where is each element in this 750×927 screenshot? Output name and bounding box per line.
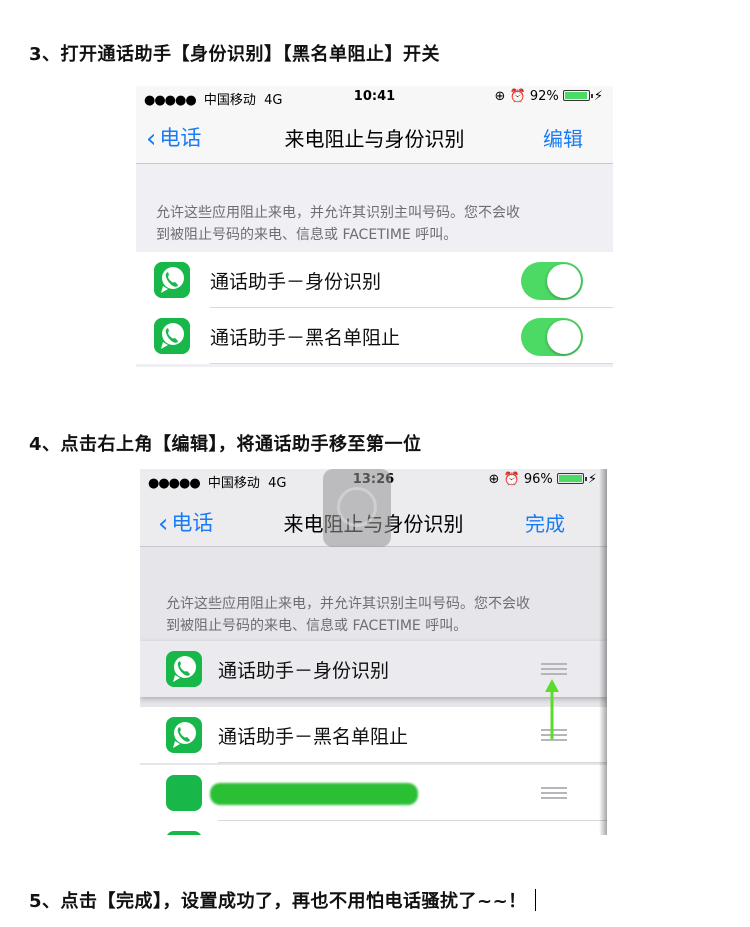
step-5-instruction: 5、点击【完成】，设置成功了，再也不用怕电话骚扰了~~！: [29, 887, 536, 913]
rotation-lock-icon: ⊕: [488, 472, 500, 487]
section-description: 允许这些应用阻止来电，并允许其识别主叫号码。您不会收 到被阻止号码的来电、信息或 …: [166, 596, 530, 634]
list-item-blacklist[interactable]: 通话助手－黑名单阻止: [140, 707, 607, 763]
assistive-touch-button[interactable]: [323, 469, 391, 547]
done-button[interactable]: 完成: [525, 508, 565, 537]
reorder-grip-icon[interactable]: [541, 787, 567, 799]
alarm-icon: ⏰: [509, 89, 526, 104]
step-3-text: 3、打开通话助手【身份识别】【黑名单阻止】开关: [29, 44, 441, 65]
blacklist-toggle[interactable]: [521, 318, 583, 356]
charging-icon: ⚡: [587, 472, 597, 487]
list-item-redacted[interactable]: [140, 765, 607, 821]
step-4-text: 4、点击右上角【编辑】，将通话助手移至第一位: [29, 434, 422, 455]
phone-bubble-icon: [166, 717, 202, 753]
drag-up-arrow-icon: [545, 679, 559, 739]
step-3-instruction: 3、打开通话助手【身份识别】【黑名单阻止】开关: [29, 40, 440, 66]
identity-toggle[interactable]: [521, 262, 583, 300]
section-description: 允许这些应用阻止来电，并允许其识别主叫号码。您不会收 到被阻止号码的来电、信息或 …: [156, 205, 520, 243]
item-label: 通话助手－黑名单阻止: [218, 726, 409, 748]
phone-bubble-icon: [154, 318, 190, 354]
screenshot-blocking-settings: ●●●●● 中国移动 4G 10:41 ⊕ ⏰ 92% ⚡ ‹ 电话 来电阻止与身…: [136, 86, 613, 367]
app-icon: [166, 775, 202, 811]
status-bar: ●●●●● 中国移动 4G 10:41 ⊕ ⏰ 92% ⚡: [136, 86, 613, 108]
rotation-lock-icon: ⊕: [494, 89, 506, 104]
item-label: 通话助手－黑名单阻止: [210, 327, 401, 349]
text-cursor: [534, 889, 536, 911]
item-label: 通话助手－身份识别: [210, 271, 382, 293]
step-5-text: 5、点击【完成】，设置成功了，再也不用怕电话骚扰了~~！: [29, 891, 527, 912]
list-item-blacklist[interactable]: 通话助手－黑名单阻止: [136, 308, 613, 364]
navigation-bar: ‹ 电话 来电阻止与身份识别 编辑: [136, 108, 613, 164]
battery-percent: 96%: [523, 472, 553, 487]
redaction-scribble: [210, 783, 418, 805]
step-4-instruction: 4、点击右上角【编辑】，将通话助手移至第一位: [29, 430, 422, 456]
charging-icon: ⚡: [593, 89, 603, 104]
battery-percent: 92%: [529, 89, 559, 104]
list-item-identity-dragging[interactable]: 通话助手－身份识别: [140, 641, 607, 697]
alarm-icon: ⏰: [503, 472, 520, 487]
phone-bubble-icon: [166, 651, 202, 687]
list-item-identity[interactable]: 通话助手－身份识别: [136, 252, 613, 308]
edit-button[interactable]: 编辑: [543, 123, 583, 152]
screenshot-edit-mode: ●●●●● 中国移动 4G 13:26 ⊕ ⏰ 96% ⚡ ‹电话 来电阻止与身…: [140, 469, 607, 835]
battery-icon: [562, 90, 593, 101]
item-label: 通话助手－身份识别: [218, 660, 390, 682]
page-title: 来电阻止与身份识别: [284, 127, 465, 151]
phone-bubble-icon: [154, 262, 190, 298]
battery-icon: [556, 473, 587, 484]
list-item-partial[interactable]: [140, 821, 607, 835]
reorder-grip-icon[interactable]: [541, 663, 567, 675]
app-icon: [166, 831, 202, 835]
